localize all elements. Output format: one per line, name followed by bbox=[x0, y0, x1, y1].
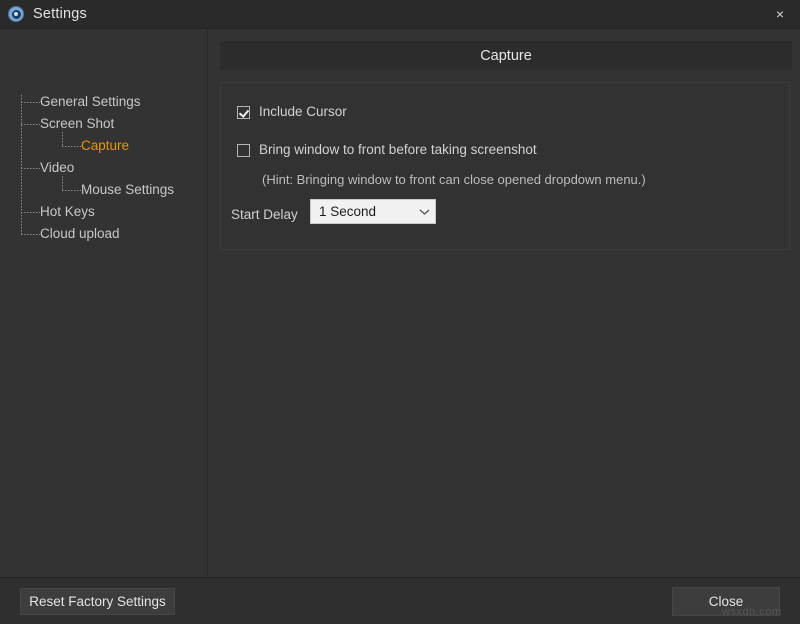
window-title: Settings bbox=[33, 6, 87, 22]
settings-window: Settings × General Settings bbox=[0, 0, 800, 624]
sidebar-item-video[interactable]: Video bbox=[40, 161, 74, 175]
tree-substub-line bbox=[62, 176, 63, 190]
tree-branch-line bbox=[21, 234, 40, 235]
tree-substub-line bbox=[62, 132, 63, 146]
sidebar-item-label: Hot Keys bbox=[40, 204, 95, 219]
start-delay-label: Start Delay bbox=[231, 207, 298, 222]
sidebar-item-label: General Settings bbox=[40, 94, 141, 109]
check-icon bbox=[238, 107, 249, 118]
tree-branch-line bbox=[21, 102, 40, 103]
bring-window-front-hint: (Hint: Bringing window to front can clos… bbox=[262, 172, 646, 187]
include-cursor-label: Include Cursor bbox=[259, 105, 347, 119]
include-cursor-checkbox[interactable] bbox=[237, 106, 250, 119]
tree-branch-line bbox=[62, 190, 81, 191]
sidebar-item-label: Video bbox=[40, 160, 74, 175]
sidebar-item-label: Mouse Settings bbox=[81, 182, 174, 197]
close-icon[interactable]: × bbox=[760, 0, 800, 28]
sidebar-item-label: Screen Shot bbox=[40, 116, 114, 131]
watermark: wsxdn.com bbox=[722, 606, 782, 618]
chevron-down-icon[interactable] bbox=[413, 208, 435, 216]
sidebar-item-cloud-upload[interactable]: Cloud upload bbox=[40, 227, 120, 241]
sidebar-item-label: Cloud upload bbox=[40, 226, 120, 241]
record-target-icon bbox=[8, 6, 24, 22]
tree-trunk-line bbox=[21, 95, 22, 235]
title-bar: Settings × bbox=[0, 0, 800, 29]
reset-factory-settings-button[interactable]: Reset Factory Settings bbox=[20, 588, 175, 615]
bring-window-front-row[interactable]: Bring window to front before taking scre… bbox=[237, 143, 537, 157]
include-cursor-row[interactable]: Include Cursor bbox=[237, 105, 347, 119]
start-delay-select[interactable]: 1 Second bbox=[310, 199, 436, 224]
footer-bar: Reset Factory Settings Close wsxdn.com bbox=[0, 577, 800, 624]
body-area: General Settings Screen Shot Capture Vid… bbox=[0, 29, 800, 577]
sidebar: General Settings Screen Shot Capture Vid… bbox=[0, 29, 208, 577]
sidebar-item-general-settings[interactable]: General Settings bbox=[40, 95, 141, 109]
start-delay-value: 1 Second bbox=[319, 204, 413, 219]
sidebar-item-capture[interactable]: Capture bbox=[81, 139, 129, 153]
page-title: Capture bbox=[220, 41, 792, 70]
tree-branch-line bbox=[21, 212, 40, 213]
settings-tree: General Settings Screen Shot Capture Vid… bbox=[0, 29, 207, 577]
sidebar-item-screen-shot[interactable]: Screen Shot bbox=[40, 117, 114, 131]
tree-branch-line bbox=[21, 168, 40, 169]
bring-window-front-label: Bring window to front before taking scre… bbox=[259, 143, 537, 157]
sidebar-item-label: Capture bbox=[81, 138, 129, 153]
capture-options-group: Include Cursor Bring window to front bef… bbox=[220, 82, 790, 250]
sidebar-item-mouse-settings[interactable]: Mouse Settings bbox=[81, 183, 174, 197]
sidebar-item-hot-keys[interactable]: Hot Keys bbox=[40, 205, 95, 219]
tree-branch-line bbox=[21, 124, 40, 125]
content-panel: Capture Include Cursor Bring window to f… bbox=[208, 29, 800, 577]
bring-window-front-checkbox[interactable] bbox=[237, 144, 250, 157]
tree-branch-line bbox=[62, 146, 81, 147]
